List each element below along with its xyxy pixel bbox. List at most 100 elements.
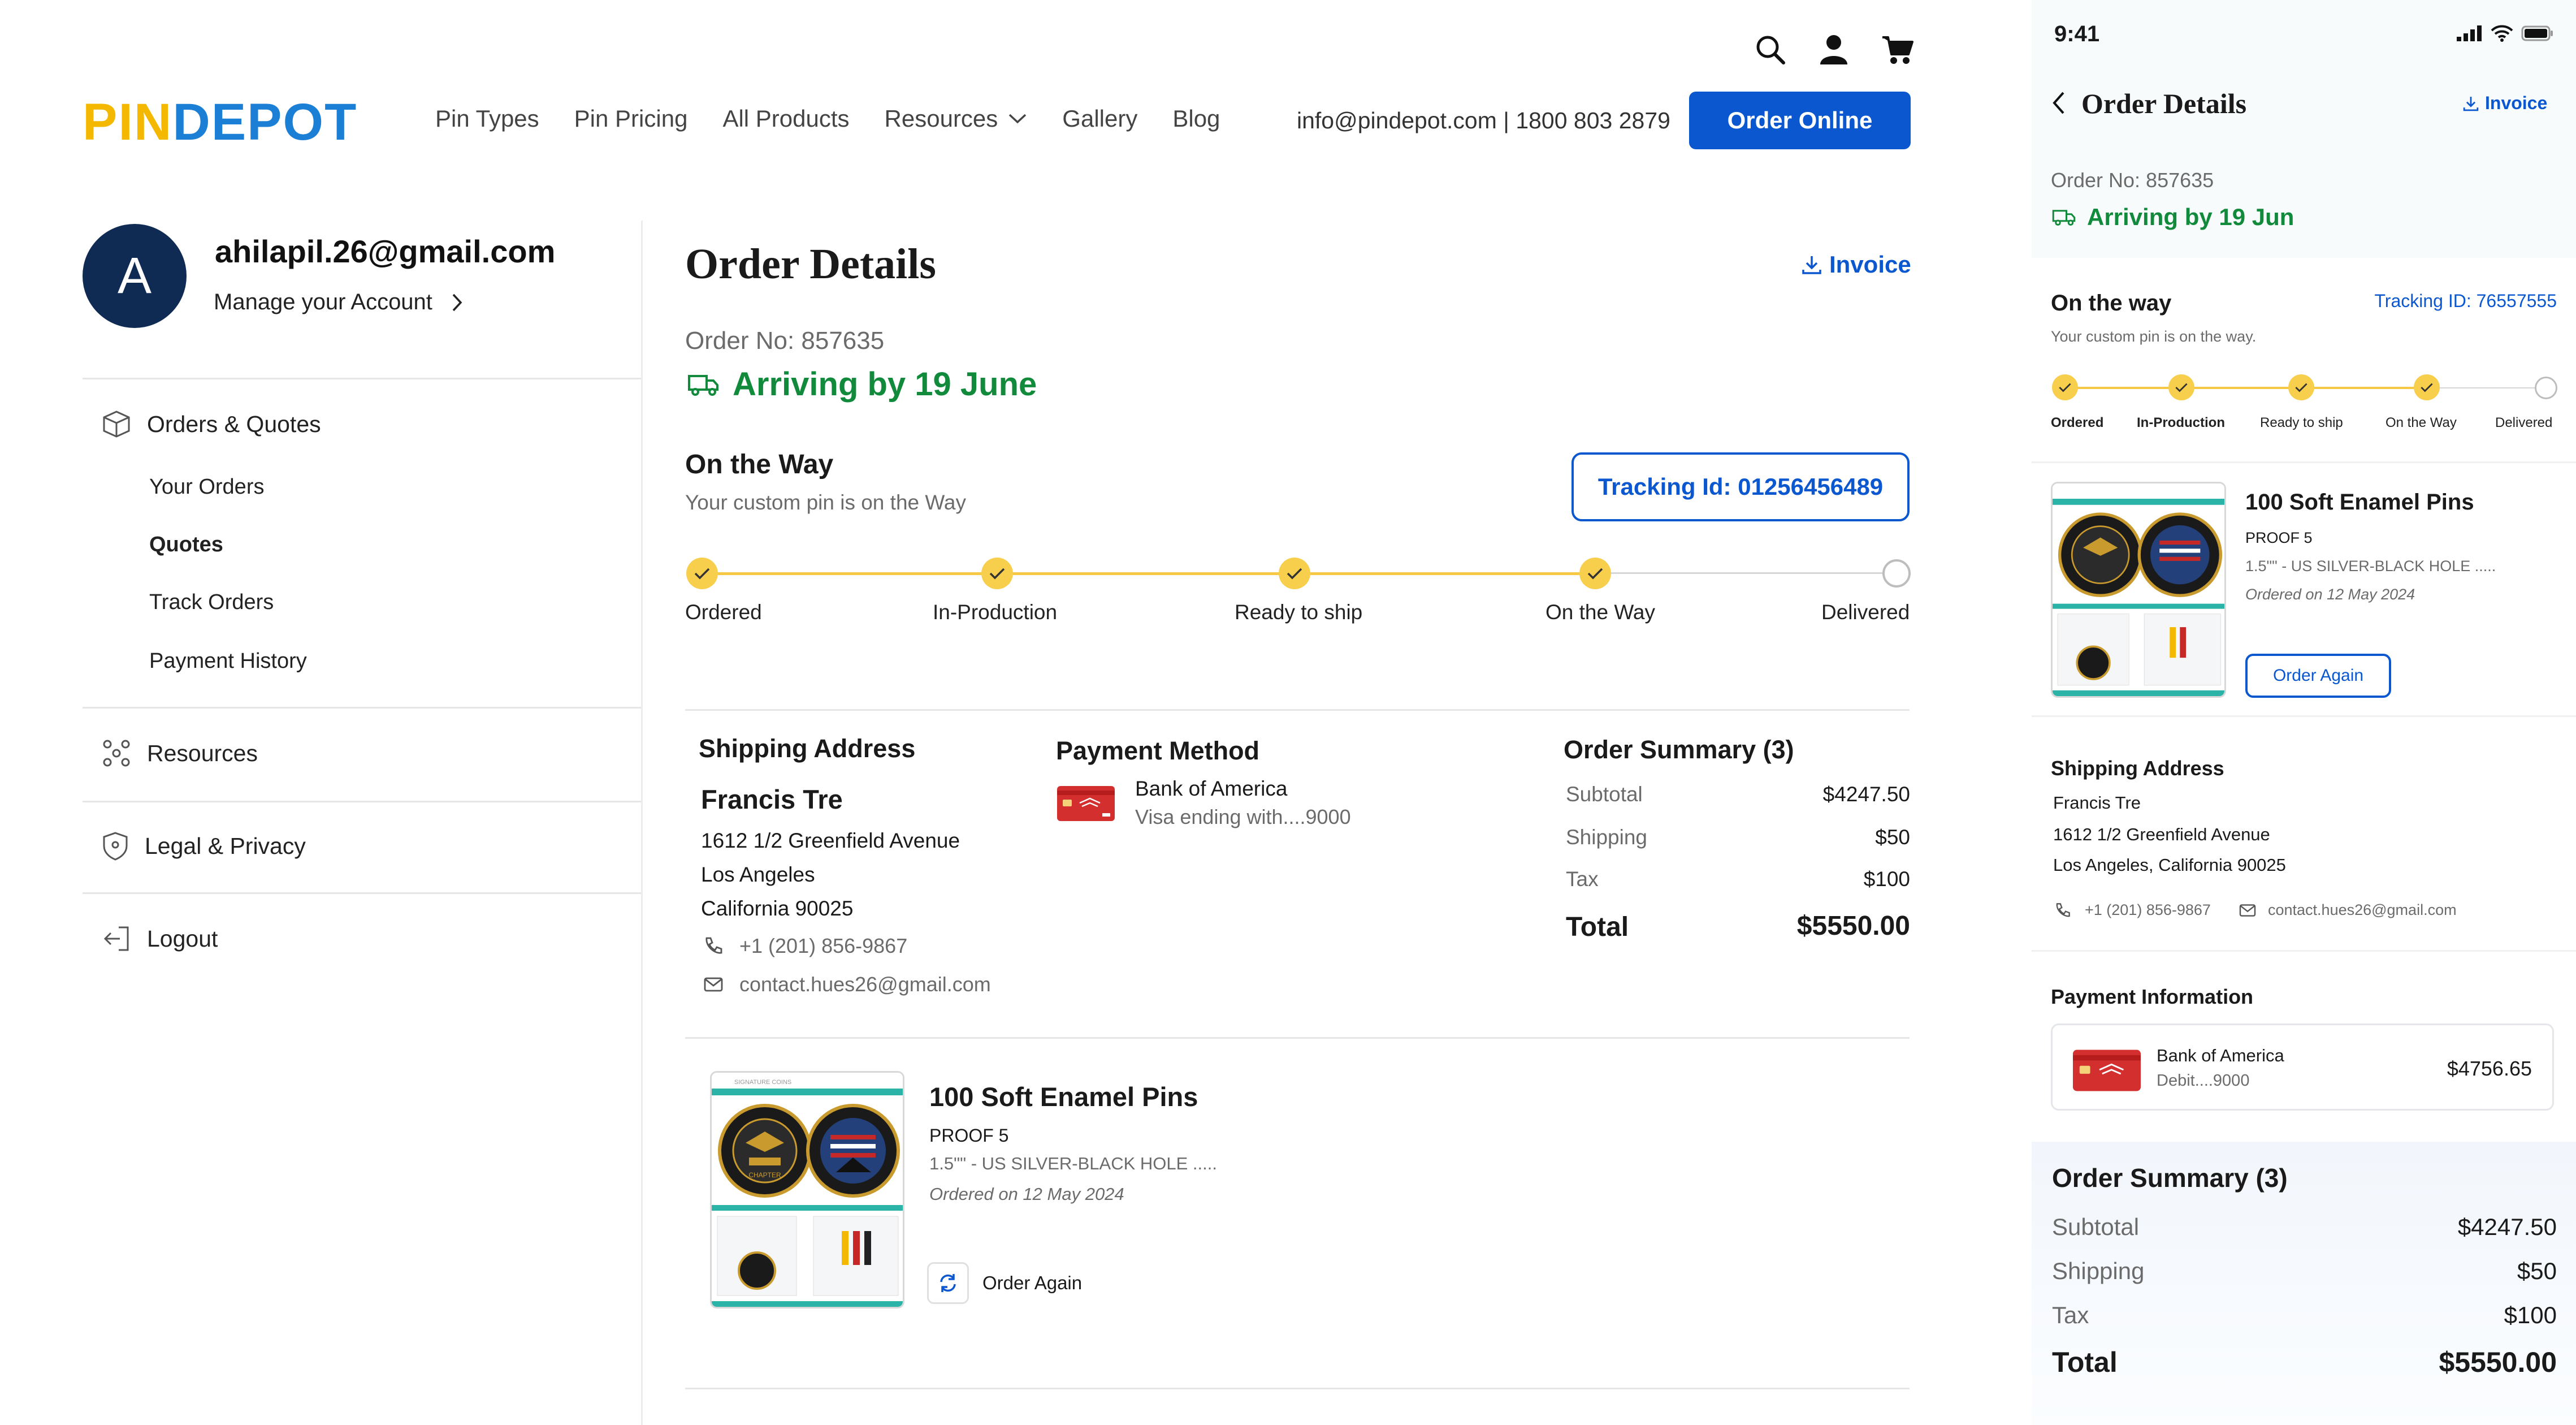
step-dot-in-production — [981, 558, 1013, 589]
sidebar-orders-quotes-label: Orders & Quotes — [147, 411, 321, 437]
pindepot-logo[interactable]: PINDEPOT — [83, 96, 357, 148]
mobile-step-dot — [2414, 374, 2440, 400]
mobile-total-label: Total — [2052, 1346, 2118, 1378]
sidebar-divider — [83, 801, 641, 802]
manage-account-label: Manage your Account — [214, 290, 432, 314]
cart-icon[interactable] — [1881, 34, 1914, 66]
main-nav: Pin Types Pin Pricing All Products Resou… — [435, 105, 1220, 132]
mobile-invoice-label: Invoice — [2485, 93, 2548, 113]
mobile-payment-card[interactable]: Bank of America Debit....9000 $4756.65 — [2051, 1024, 2554, 1111]
mobile-step-dot — [2052, 374, 2078, 400]
sidebar-item-legal-privacy[interactable]: Legal & Privacy — [102, 831, 306, 861]
mobile-progress-complete — [2066, 387, 2427, 389]
manage-account-link[interactable]: Manage your Account — [214, 290, 463, 315]
status-bar-icons — [2457, 25, 2554, 42]
payment-title: Payment Method — [1056, 736, 1260, 765]
chevron-down-icon — [1009, 114, 1027, 124]
mobile-order-again-button[interactable]: Order Again — [2245, 654, 2391, 698]
order-again-link[interactable]: Order Again — [927, 1262, 1082, 1304]
order-online-button[interactable]: Order Online — [1689, 92, 1911, 149]
nav-blog[interactable]: Blog — [1172, 105, 1220, 132]
logout-icon — [103, 926, 129, 951]
sidebar-item-track-orders[interactable]: Track Orders — [149, 590, 274, 615]
summary-total-label: Total — [1566, 912, 1629, 942]
mobile-summary-label: Subtotal — [2052, 1214, 2140, 1240]
mobile-step-dot — [2168, 374, 2194, 400]
sidebar-item-resources[interactable]: Resources — [102, 739, 258, 768]
nav-all-products[interactable]: All Products — [722, 105, 849, 132]
summary-total-value: $5550.00 — [1796, 911, 1910, 941]
sidebar-item-logout[interactable]: Logout — [102, 924, 218, 953]
mail-icon — [2239, 904, 2256, 917]
sidebar-item-your-orders[interactable]: Your Orders — [149, 475, 264, 499]
avatar[interactable]: A — [83, 224, 187, 328]
chevron-right-icon — [452, 293, 462, 311]
order-again-label: Order Again — [982, 1272, 1083, 1293]
wifi-icon — [2491, 25, 2513, 42]
tracking-id-button[interactable]: Tracking Id: 01256456489 — [1571, 452, 1910, 521]
product-thumbnail[interactable]: SIGNATURE COINS CHAPTER — [710, 1071, 904, 1309]
step-label-ready-to-ship: Ready to ship — [1235, 601, 1363, 624]
payment-bank: Bank of America — [1135, 777, 1288, 800]
mobile-ship-line2: Los Angeles, California 90025 — [2053, 855, 2286, 875]
mobile-step-label: On the Way — [2385, 415, 2457, 430]
mobile-product-spec: 1.5"" - US SILVER-BLACK HOLE ..... — [2245, 558, 2496, 575]
mobile-step-label: Delivered — [2495, 415, 2553, 430]
mobile-tracking-id[interactable]: Tracking ID: 76557555 — [2374, 291, 2557, 312]
svg-text:CHAPTER: CHAPTER — [748, 1171, 781, 1179]
sidebar-item-payment-history[interactable]: Payment History — [149, 649, 307, 673]
download-icon — [1802, 256, 1821, 274]
mobile-summary-label: Shipping — [2052, 1258, 2145, 1284]
status-title: On the Way — [685, 450, 834, 480]
sidebar-item-quotes[interactable]: Quotes — [149, 533, 223, 557]
shipping-line3: California 90025 — [701, 897, 854, 920]
mobile-product-thumbnail[interactable] — [2051, 482, 2226, 698]
nav-resources[interactable]: Resources — [885, 105, 1028, 132]
search-icon[interactable] — [1755, 34, 1786, 66]
mobile-email-text: contact.hues26@gmail.com — [2268, 901, 2457, 918]
product-ordered-date: Ordered on 12 May 2024 — [929, 1184, 1124, 1204]
mobile-order-number: Order No: 857635 — [2051, 169, 2214, 192]
nav-pin-types[interactable]: Pin Types — [435, 105, 539, 132]
battery-icon — [2521, 25, 2553, 41]
mobile-summary-value: $100 — [2504, 1302, 2557, 1328]
check-icon — [1287, 568, 1302, 580]
summary-value: $4247.50 — [1822, 783, 1910, 806]
mobile-step-label: Ready to ship — [2260, 415, 2343, 430]
package-icon — [103, 411, 130, 438]
invoice-link[interactable]: Invoice — [1801, 251, 1911, 278]
mobile-payment-card-number: Debit....9000 — [2157, 1072, 2250, 1090]
shipping-phone: +1 (201) 856-9867 — [703, 934, 907, 958]
mail-icon — [704, 977, 723, 992]
summary-label: Shipping — [1566, 826, 1648, 849]
product-name: 100 Soft Enamel Pins — [929, 1082, 1198, 1112]
user-icon[interactable] — [1819, 34, 1848, 66]
nav-pin-pricing[interactable]: Pin Pricing — [574, 105, 688, 132]
mobile-step-dot — [2288, 374, 2314, 400]
nav-resources-label: Resources — [884, 105, 998, 132]
summary-value: $50 — [1875, 826, 1910, 849]
back-arrow-icon[interactable] — [2051, 90, 2066, 115]
sidebar-item-orders-quotes[interactable]: Orders & Quotes — [102, 409, 321, 439]
summary-value: $100 — [1863, 867, 1910, 891]
nav-gallery[interactable]: Gallery — [1062, 105, 1137, 132]
svg-text:SIGNATURE COINS: SIGNATURE COINS — [734, 1079, 791, 1086]
step-dot-ready-to-ship — [1279, 558, 1310, 589]
mobile-invoice-link[interactable]: Invoice — [2462, 93, 2547, 114]
pin-proof-image — [2053, 484, 2224, 696]
logo-part-2: DEPOT — [172, 93, 358, 151]
page-title: Order Details — [685, 240, 936, 288]
mobile-step-dot-delivered — [2535, 377, 2557, 399]
mobile-arrival: Arriving by 19 Jun — [2052, 204, 2294, 231]
mobile-payment-title: Payment Information — [2051, 985, 2254, 1008]
account-email: ahilapil.26@gmail.com — [215, 234, 556, 269]
header-icons — [1755, 34, 1914, 66]
mobile-product-name: 100 Soft Enamel Pins — [2245, 490, 2474, 515]
check-icon — [1587, 568, 1603, 580]
status-subtitle: Your custom pin is on the Way — [685, 491, 967, 514]
mobile-time: 9:41 — [2054, 21, 2100, 46]
mobile-preview: 9:41 Order Details Invoice Order No: 857… — [2032, 0, 2576, 1425]
invoice-label: Invoice — [1829, 251, 1911, 278]
product-spec: 1.5"" - US SILVER-BLACK HOLE ..... — [929, 1154, 1217, 1173]
check-icon — [694, 568, 710, 580]
